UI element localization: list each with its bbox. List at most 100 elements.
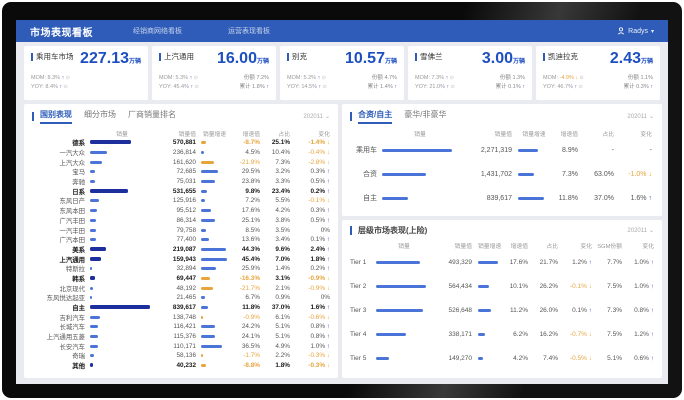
kpi-card: 雪佛兰3.00万辆MOM: 7.3% ↑ ⊙YOY: 21.0% ↑ ⊙份额 1… xyxy=(408,46,532,100)
table-row: 一汽丰田79,7588.5%3.5%0% xyxy=(32,225,330,235)
right-column: 合资/自主 豪华/非豪华 202011 ⌄ 销量 销量值 销量增速 增速值 占比… xyxy=(342,104,662,378)
up-arrow-icon: ↑ xyxy=(325,304,330,311)
col-change: 变化 xyxy=(614,129,652,138)
up-arrow-icon: ↑ xyxy=(325,188,330,195)
joint-table-body: 乘用车2,271,3198.9%--合资1,431,7027.3%63.0%-1… xyxy=(350,138,654,210)
kpi-value: 227.13万辆 xyxy=(80,51,141,67)
main-content: 国别表现 细分市场 厂商销量排名 202011 ⌄ 销量 销量值 销量增速 增速… xyxy=(24,104,660,378)
table-row: 吉利汽车138,748-0.9%6.1%-0.6% ↓ xyxy=(32,312,330,322)
up-arrow-icon: ↑ xyxy=(325,343,330,350)
col-growth: 销量增速 xyxy=(196,129,228,138)
up-arrow-icon: ↑ xyxy=(649,331,654,338)
table-row: Tier 3526,64811.2%26.0%0.1% ↑7.3%0.8% ↑ xyxy=(350,298,654,322)
col-sales-value: 销量值 xyxy=(458,129,512,138)
date-selector[interactable]: 202011 ⌄ xyxy=(303,113,330,120)
kpi-title: 上汽通用 xyxy=(159,51,194,62)
table-row: 长城汽车116,42124.2%5.1%0.8% ↑ xyxy=(32,322,330,332)
info-icon: ⊙ xyxy=(448,75,454,81)
down-arrow-icon: ↓ xyxy=(325,149,330,156)
accent-bar xyxy=(543,53,545,61)
table-row: 东风悦达起亚21,4656.7%0.9%0% xyxy=(32,293,330,303)
up-arrow-icon: ↑ xyxy=(265,84,269,90)
table-header: 销量 销量值 销量增速 增速值 占比 变化 xyxy=(350,128,654,138)
up-arrow-icon: ↑ xyxy=(325,168,330,175)
col-share: 占比 xyxy=(578,129,614,138)
kpi-title: 凯迪拉克 xyxy=(543,51,578,62)
col-growth-value: 增速值 xyxy=(550,129,578,138)
down-arrow-icon: ↓ xyxy=(647,171,652,178)
info-icon: ⊙ xyxy=(193,84,199,90)
up-arrow-icon: ↑ xyxy=(325,256,330,263)
col-growth: 销量增速 xyxy=(512,129,550,138)
table-row: 特斯拉32,89425.9%1.4%0.2% ↑ xyxy=(32,264,330,274)
kpi-title: 乘用车市场 xyxy=(31,51,74,62)
user-menu[interactable]: Radys ▾ xyxy=(617,27,654,35)
up-arrow-icon: ↑ xyxy=(649,355,654,362)
country-performance-panel: 国别表现 细分市场 厂商销量排名 202011 ⌄ 销量 销量值 销量增速 增速… xyxy=(24,104,338,378)
kpi-card: 别克10.57万辆MOM: 5.2% ↑ ⊙YOY: 14.5% ↑ ⊙份额 4… xyxy=(280,46,404,100)
joint-vs-domestic-panel: 合资/自主 豪华/非豪华 202011 ⌄ 销量 销量值 销量增速 增速值 占比… xyxy=(342,104,662,216)
up-arrow-icon: ↑ xyxy=(521,84,525,90)
accent-bar xyxy=(350,226,352,235)
tab-manufacturer-ranking[interactable]: 厂商销量排名 xyxy=(128,109,176,124)
table-row: 美系219,08744.3%9.6%2.4% ↑ xyxy=(32,245,330,255)
table-row: 上汽通用159,94345.4%7.0%1.8% ↑ xyxy=(32,254,330,264)
col-growth-value: 增速值 xyxy=(500,241,528,250)
table-row: 东风本田95,51217.6%4.2%0.3% ↑ xyxy=(32,206,330,216)
table-row: 奇瑞58,136-1.7%2.2%-0.3% ↓ xyxy=(32,351,330,361)
down-arrow-icon: ↓ xyxy=(325,197,330,204)
col-growth: 销量增速 xyxy=(472,241,500,250)
chevron-down-icon: ▾ xyxy=(651,28,654,35)
table-row: 一汽大众236,8144.5%10.4%-0.4% ↓ xyxy=(32,148,330,158)
tab-joint-domestic[interactable]: 合资/自主 xyxy=(358,109,392,124)
info-icon: ⊙ xyxy=(449,84,455,90)
up-arrow-icon: ↑ xyxy=(325,178,330,185)
accent-bar xyxy=(350,112,352,121)
tab-country-performance[interactable]: 国别表现 xyxy=(40,109,72,124)
kpi-value: 16.00万辆 xyxy=(217,51,269,67)
up-arrow-icon: ↑ xyxy=(647,195,652,202)
accent-bar xyxy=(287,53,289,61)
tier-table-body: Tier 1493,32917.6%21.7%1.2% ↑7.7%1.0% ↑T… xyxy=(350,250,654,370)
nav-menu: 经销商网络看板 运营表现看板 xyxy=(133,26,270,36)
nav-item-operations[interactable]: 运营表现看板 xyxy=(228,26,270,36)
date-selector[interactable]: 202011 ⌄ xyxy=(627,227,654,234)
info-icon: ⊙ xyxy=(320,75,326,81)
table-row: 长安汽车110,17136.5%4.9%1.0% ↑ xyxy=(32,341,330,351)
down-arrow-icon: ↓ xyxy=(325,275,330,282)
col-sgm-share: SGM份额 xyxy=(592,241,622,250)
table-row: 德系570,881-8.7%25.1%-1.4% ↓ xyxy=(32,138,330,148)
table-row: 自主839,61711.8%37.0%1.6% ↑ xyxy=(350,186,654,210)
user-name: Radys xyxy=(628,28,648,35)
accent-bar xyxy=(159,53,161,61)
date-selector[interactable]: 202011 ⌄ xyxy=(627,113,654,120)
up-arrow-icon: ↑ xyxy=(325,236,330,243)
up-arrow-icon: ↑ xyxy=(325,265,330,272)
up-arrow-icon: ↑ xyxy=(649,259,654,266)
chevron-down-icon: ⌄ xyxy=(649,227,654,234)
table-row: Tier 4338,1716.2%16.2%-0.7% ↓7.5%1.2% ↑ xyxy=(350,322,654,346)
kpi-title: 别克 xyxy=(287,51,307,62)
col-share: 占比 xyxy=(528,241,558,250)
col-sales: 销量 xyxy=(376,241,432,250)
table-row: 奔驰75,03123.8%3.3%0.5% ↑ xyxy=(32,177,330,187)
tab-luxury[interactable]: 豪华/非豪华 xyxy=(404,109,446,124)
down-arrow-icon: ↓ xyxy=(325,352,330,359)
col-sales-value: 销量值 xyxy=(154,129,196,138)
app-title: 市场表现看板 xyxy=(30,24,93,39)
up-arrow-icon: ↑ xyxy=(649,283,654,290)
chevron-down-icon: ⌄ xyxy=(649,113,654,120)
table-row: 宝马72,68529.5%3.2%0.3% ↑ xyxy=(32,167,330,177)
nav-item-dealer-network[interactable]: 经销商网络看板 xyxy=(133,26,182,36)
table-row: 上汽大众161,620-21.9%7.3%-2.8% ↓ xyxy=(32,157,330,167)
kpi-card: 凯迪拉克2.43万辆MOM: -4.9% ↓ ⊙YOY: 46.7% ↑ ⊙份额… xyxy=(536,46,660,100)
up-arrow-icon: ↑ xyxy=(325,333,330,340)
country-table-body: 德系570,881-8.7%25.1%-1.4% ↓一汽大众236,8144.5… xyxy=(32,138,330,371)
date-value: 202011 xyxy=(627,228,647,234)
kpi-title: 雪佛兰 xyxy=(415,51,443,62)
col-change: 变化 xyxy=(290,129,330,138)
down-arrow-icon: ↓ xyxy=(325,139,330,146)
tab-segment-market[interactable]: 细分市场 xyxy=(84,109,116,124)
down-arrow-icon: ↓ xyxy=(325,314,330,321)
table-row: 广汽丰田86,31425.1%3.8%0.5% ↑ xyxy=(32,216,330,226)
